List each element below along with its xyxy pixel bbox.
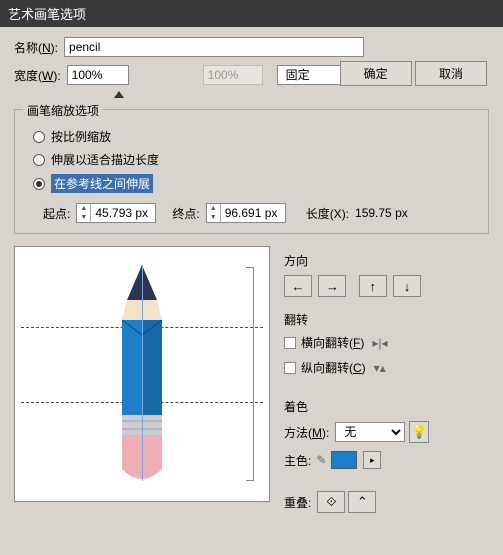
start-spin[interactable]: ▲▼: [76, 203, 156, 223]
overlap-mode-b-button[interactable]: ⌃: [348, 491, 376, 513]
flip-vertical-checkbox[interactable]: [284, 362, 296, 374]
main-color-label: 主色:: [284, 452, 311, 469]
chevron-down-icon: ▼: [207, 213, 220, 222]
chevron-down-icon: ▼: [77, 213, 90, 222]
eyedropper-icon[interactable]: ✎: [316, 453, 326, 467]
overlap-mode-a-button[interactable]: ⟐: [317, 491, 345, 513]
width-ghost: 100%: [203, 65, 263, 85]
name-input[interactable]: [64, 37, 364, 57]
dir-left-button[interactable]: ←: [284, 275, 312, 297]
dir-up-button[interactable]: ↑: [359, 275, 387, 297]
dir-right-button[interactable]: →: [318, 275, 346, 297]
brush-preview: [14, 246, 270, 502]
end-spin[interactable]: ▲▼: [206, 203, 286, 223]
scale-option-stretch-fit[interactable]: 伸展以适合描边长度: [33, 151, 478, 168]
flip-vertical-icon: ▾▴: [374, 361, 386, 375]
flip-horizontal-checkbox[interactable]: [284, 337, 296, 349]
method-select[interactable]: 无: [335, 422, 405, 442]
flip-vertical-label: 纵向翻转(C): [301, 359, 366, 376]
scale-option-proportional[interactable]: 按比例缩放: [33, 128, 478, 145]
name-label: 名称(N):: [14, 39, 58, 56]
color-menu-button[interactable]: ▸: [363, 451, 381, 469]
ok-button[interactable]: 确定: [340, 61, 412, 86]
end-value[interactable]: [221, 204, 285, 222]
scale-option-stretch-guides[interactable]: 在参考线之间伸展: [33, 174, 478, 193]
width-value[interactable]: [68, 68, 128, 82]
flip-horizontal-label: 横向翻转(F): [301, 334, 364, 351]
slider-thumb-icon: [114, 91, 124, 98]
chevron-up-icon: ▲: [207, 204, 220, 213]
flip-label: 翻转: [284, 311, 489, 328]
start-value[interactable]: [91, 204, 155, 222]
chevron-up-icon: ▲: [77, 204, 90, 213]
overlap-label: 重叠:: [284, 494, 311, 511]
extent-bracket-icon: [246, 267, 254, 481]
width-label: 宽度(W):: [14, 67, 61, 84]
method-label: 方法(M):: [284, 424, 329, 441]
window-title: 艺术画笔选项: [0, 0, 503, 27]
width-input-box[interactable]: [67, 65, 129, 85]
flip-horizontal-icon: ▸|◂: [372, 336, 387, 350]
cancel-button[interactable]: 取消: [415, 61, 487, 86]
direction-label: 方向: [284, 252, 489, 269]
length-value: 159.75 px: [355, 206, 408, 220]
start-label: 起点:: [43, 205, 70, 222]
scale-options-group: 画笔缩放选项 按比例缩放 伸展以适合描边长度 在参考线之间伸展 起点: ▲▼ 终…: [14, 109, 489, 234]
color-label: 着色: [284, 398, 489, 415]
length-label: 长度(X):: [306, 205, 349, 222]
main-color-swatch[interactable]: [331, 451, 357, 469]
end-label: 终点:: [172, 205, 199, 222]
scale-group-title: 画笔缩放选项: [23, 102, 103, 119]
dir-down-button[interactable]: ↓: [393, 275, 421, 297]
tip-button[interactable]: 💡: [409, 421, 429, 443]
